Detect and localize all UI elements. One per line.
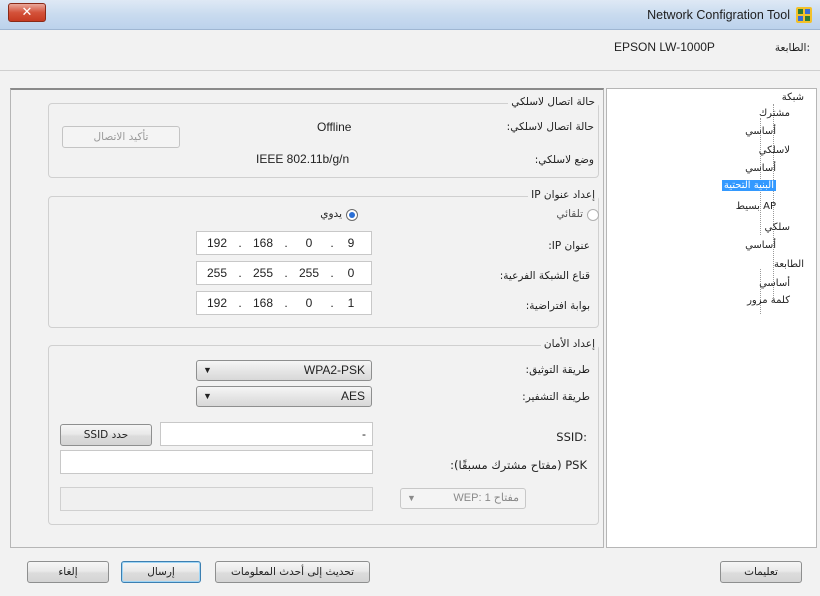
wireless-status-title: حالة اتصال لاسلكي [508, 96, 598, 108]
psk-field[interactable] [60, 450, 373, 474]
gateway-octet[interactable]: 0 [289, 292, 329, 314]
tree-item-printer[interactable]: الطابعة [774, 259, 804, 270]
tree-item-password[interactable]: كلمة مرور [747, 295, 790, 306]
security-title: إعداد الأمان [540, 338, 598, 350]
tree-item-common[interactable]: مشترك [759, 108, 790, 119]
title-bar: ✕ Network Configration Tool [0, 0, 820, 30]
header-divider [0, 70, 820, 71]
confirm-connection-button[interactable]: تأكيد الاتصال [62, 126, 180, 148]
select-ssid-button[interactable]: حدد SSID [60, 424, 152, 446]
wireless-mode-value: IEEE 802.11b/g/n [256, 152, 350, 166]
tree-item-wireless-basic[interactable]: أساسي [745, 163, 776, 174]
tree-item-wired-basic[interactable]: أساسي [745, 240, 776, 251]
wep-key-field[interactable] [60, 487, 373, 511]
gateway-octet[interactable]: 192 [197, 292, 237, 314]
wireless-state-value: Offline [317, 120, 352, 134]
wireless-mode-label: وضع لاسلكي: [534, 154, 594, 166]
tree-item-wireless[interactable]: لاسلكي [759, 145, 790, 156]
printer-label: الطابعة: [774, 42, 810, 54]
dropdown-arrow-icon: ▼ [203, 391, 212, 401]
tree-item-common-basic[interactable]: أساسي [745, 126, 776, 137]
tree-item-printer-basic[interactable]: أساسي [759, 278, 790, 289]
window-title: Network Configration Tool [647, 8, 790, 22]
tree-item-simple-ap[interactable]: AP بسيط [736, 201, 776, 212]
manual-radio[interactable] [346, 209, 358, 221]
ssid-field[interactable]: - [160, 422, 373, 446]
ip-octet[interactable]: 168 [243, 232, 283, 254]
auto-label: تلقائي [556, 208, 583, 220]
tree-line [760, 269, 761, 314]
subnet-mask-label: قناع الشبكة الفرعية: [499, 270, 590, 282]
mask-octet[interactable]: 0 [331, 262, 371, 284]
auto-radio[interactable] [587, 209, 599, 221]
printer-value: EPSON LW-1000P [614, 40, 715, 54]
ssid-label: :SSID [556, 430, 587, 444]
auto-option[interactable]: تلقائي [539, 208, 599, 222]
send-button[interactable]: إرسال [121, 561, 201, 583]
cancel-button[interactable]: إلغاء [27, 561, 109, 583]
manual-option[interactable]: يدوي [298, 208, 358, 222]
mask-octet[interactable]: 255 [197, 262, 237, 284]
tree-item-wired[interactable]: سلكي [764, 222, 790, 233]
tree-item-infrastructure[interactable]: البنية التحتية [721, 180, 776, 191]
wep-key-select[interactable]: مفتاح 1 :WEP ▼ [400, 488, 526, 509]
ip-octet[interactable]: 0 [289, 232, 329, 254]
dropdown-arrow-icon: ▼ [203, 365, 212, 375]
gateway-octet[interactable]: 1 [331, 292, 371, 314]
close-button[interactable]: ✕ [8, 3, 46, 22]
tree-item-network[interactable]: شبكة [782, 92, 804, 103]
encryption-select[interactable]: AES ▼ [196, 386, 372, 407]
mask-octet[interactable]: 255 [243, 262, 283, 284]
help-button[interactable]: تعليمات [720, 561, 802, 583]
gateway-label: بوابة افتراضية: [525, 300, 590, 312]
mask-octet[interactable]: 255 [289, 262, 329, 284]
network-tool-icon [796, 7, 812, 23]
subnet-mask-field[interactable]: 255 . 255 . 255 . 0 [196, 261, 372, 285]
auth-method-label: طريقة التوثيق: [525, 364, 590, 376]
wireless-state-label: حالة اتصال لاسلكي: [506, 121, 594, 133]
manual-label: يدوي [320, 208, 342, 220]
settings-tree[interactable]: شبكة مشترك أساسي لاسلكي أساسي البنية الت… [606, 88, 817, 548]
encryption-value: AES [340, 389, 365, 403]
ip-address-field[interactable]: 192 . 168 . 0 . 9 [196, 231, 372, 255]
wep-key-value: مفتاح 1 :WEP [453, 492, 519, 504]
auth-method-value: WPA2-PSK [303, 363, 365, 377]
gateway-field[interactable]: 192 . 168 . 0 . 1 [196, 291, 372, 315]
auth-method-select[interactable]: WPA2-PSK ▼ [196, 360, 372, 381]
ip-setup-title: إعداد عنوان IP [528, 189, 598, 201]
encryption-label: طريقة التشفير: [522, 391, 590, 403]
ip-address-label: عنوان IP: [548, 240, 590, 252]
refresh-button[interactable]: تحديث إلى أحدث المعلومات [215, 561, 370, 583]
gateway-octet[interactable]: 168 [243, 292, 283, 314]
ip-octet[interactable]: 192 [197, 232, 237, 254]
dropdown-arrow-icon: ▼ [407, 493, 416, 503]
psk-label: PSK (مفتاح مشترك مسبقًا): [450, 458, 587, 472]
ip-octet[interactable]: 9 [331, 232, 371, 254]
